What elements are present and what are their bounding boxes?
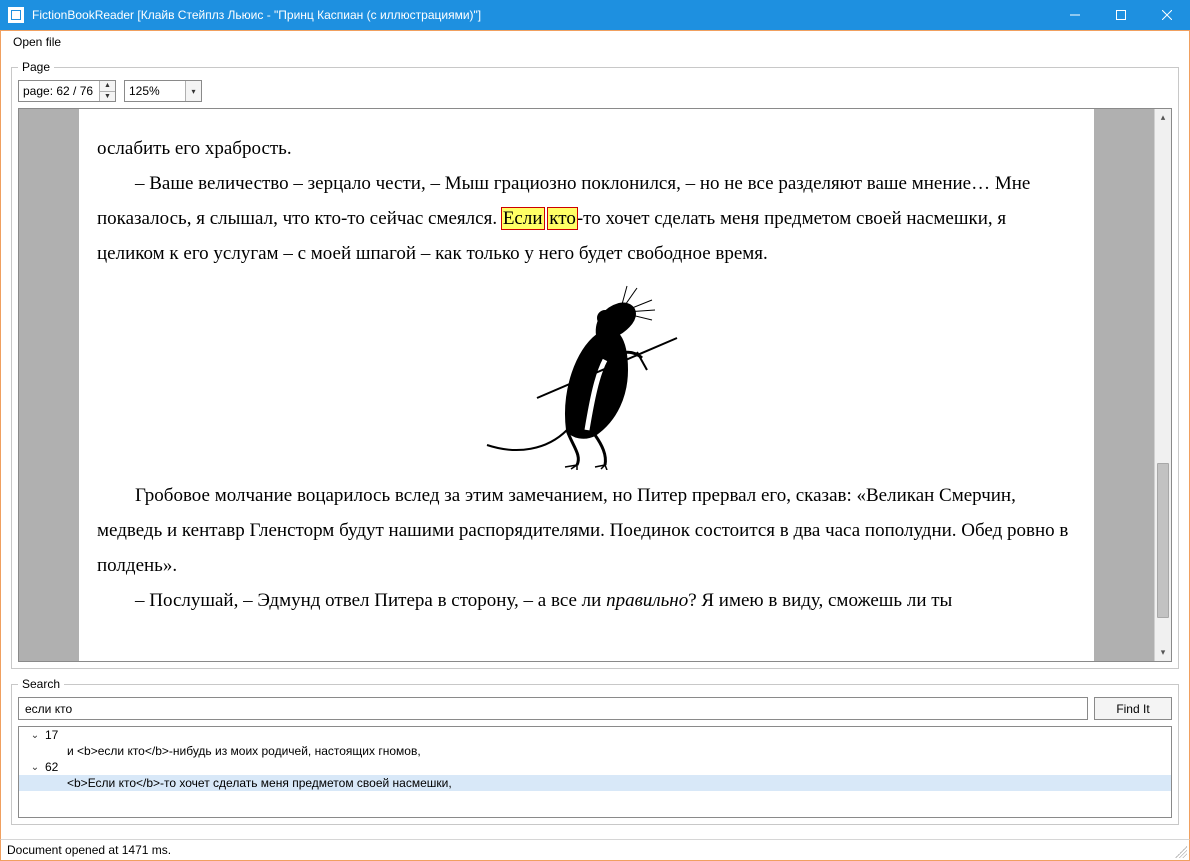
search-group-legend: Search: [18, 677, 64, 691]
scroll-down-icon[interactable]: ▾: [1155, 644, 1171, 661]
result-node-label: 17: [45, 728, 58, 742]
para3: Гробовое молчание воцарилось вслед за эт…: [97, 485, 1068, 576]
chevron-down-icon[interactable]: ⌄: [29, 730, 41, 741]
chevron-down-icon[interactable]: ⌄: [29, 762, 41, 773]
search-input[interactable]: [18, 697, 1088, 720]
close-button[interactable]: [1144, 0, 1190, 30]
scroll-thumb[interactable]: [1157, 463, 1169, 618]
minimize-button[interactable]: [1052, 0, 1098, 30]
page-spinner-input[interactable]: [19, 81, 99, 101]
page-scrollbar[interactable]: ▴ ▾: [1154, 109, 1171, 661]
result-node-label: 62: [45, 760, 58, 774]
zoom-combo-dropdown[interactable]: ▾: [185, 81, 201, 101]
page-spinner[interactable]: ▲ ▼: [18, 80, 116, 102]
statusbar: Document opened at 1471 ms.: [0, 839, 1190, 861]
window-title: FictionBookReader [Клайв Стейплз Льюис -…: [32, 8, 1052, 22]
text-line-1: ослабить его храбрость.: [97, 138, 292, 159]
para4-post: ? Я имею в виду, сможешь ли ты: [688, 590, 952, 611]
page-spinner-down[interactable]: ▼: [100, 91, 115, 102]
status-text: Document opened at 1471 ms.: [7, 843, 171, 857]
para4-em: правильно: [606, 590, 688, 611]
titlebar: FictionBookReader [Клайв Стейплз Льюис -…: [0, 0, 1190, 30]
scroll-up-icon[interactable]: ▴: [1155, 109, 1171, 126]
zoom-combo-input[interactable]: [125, 81, 185, 101]
result-leaf-17[interactable]: и <b>если кто</b>-нибудь из моих родичей…: [19, 743, 1171, 759]
page-group-legend: Page: [18, 60, 54, 74]
search-group: Search Find It ⌄ 17 и <b>если кто</b>-ни…: [11, 677, 1179, 825]
search-results-tree[interactable]: ⌄ 17 и <b>если кто</b>-нибудь из моих ро…: [18, 726, 1172, 818]
page-spinner-up[interactable]: ▲: [100, 81, 115, 91]
zoom-combo[interactable]: ▾: [124, 80, 202, 102]
resize-grip-icon[interactable]: [1175, 846, 1187, 858]
app-icon: [8, 7, 24, 23]
result-node-17[interactable]: ⌄ 17: [19, 727, 1171, 743]
scroll-track[interactable]: [1155, 126, 1171, 644]
search-highlight-1: Если: [502, 208, 544, 229]
result-leaf-62[interactable]: <b>Если кто</b>-то хочет сделать меня пр…: [19, 775, 1171, 791]
page-viewport[interactable]: ослабить его храбрость. – Ваше величеств…: [19, 109, 1154, 661]
illustration-mouse: [97, 280, 1076, 470]
find-button[interactable]: Find It: [1094, 697, 1172, 720]
menu-open-file[interactable]: Open file: [5, 33, 69, 51]
page-group: Page ▲ ▼ ▾ ослабить его храбрость. – Ваш…: [11, 60, 1179, 669]
menubar: Open file: [0, 30, 1190, 52]
search-highlight-2: кто: [548, 208, 577, 229]
para4-pre: – Послушай, – Эдмунд отвел Питера в стор…: [135, 590, 606, 611]
page-paper: ослабить его храбрость. – Ваше величеств…: [79, 109, 1094, 661]
result-node-62[interactable]: ⌄ 62: [19, 759, 1171, 775]
maximize-button[interactable]: [1098, 0, 1144, 30]
